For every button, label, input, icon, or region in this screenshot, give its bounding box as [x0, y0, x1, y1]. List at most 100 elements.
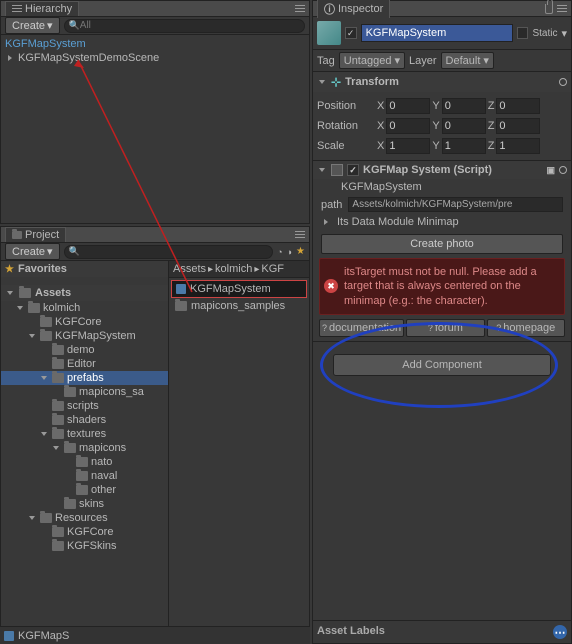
inspector-tab[interactable]: ⓘ Inspector — [317, 0, 390, 18]
documentation-button[interactable]: ?documentation — [319, 319, 404, 337]
star-icon[interactable]: ★ — [296, 246, 305, 257]
lock-icon[interactable] — [545, 4, 553, 14]
inspector-body: Static ▾ Tag Untagged ▾ Layer Default ▾ … — [313, 17, 571, 643]
folder-item[interactable]: demo — [1, 343, 168, 357]
folder-label: Resources — [55, 512, 108, 524]
folder-item[interactable]: mapicons — [1, 441, 168, 455]
folder-item[interactable]: KGFMapSystem — [1, 329, 168, 343]
assets-root[interactable]: Assets — [1, 285, 168, 301]
labels-menu-icon[interactable]: ⋯ — [553, 625, 567, 639]
breadcrumb[interactable]: Assets ▸ kolmich ▸ KGF — [169, 261, 309, 278]
folder-item[interactable]: KGFSkins — [1, 539, 168, 553]
tag-dropdown[interactable]: Untagged ▾ — [339, 52, 405, 69]
folder-item[interactable]: other — [1, 483, 168, 497]
folder-item[interactable]: shaders — [1, 413, 168, 427]
layer-dropdown[interactable]: Default ▾ — [441, 52, 494, 69]
folder-item[interactable]: kolmich — [1, 301, 168, 315]
chevron-down-icon[interactable]: ▾ — [561, 27, 567, 40]
foldout-icon[interactable] — [317, 77, 327, 87]
panel-menu-icon[interactable] — [295, 5, 305, 13]
add-component-button[interactable]: Add Component — [333, 354, 551, 376]
help-icon[interactable]: ▣ — [546, 165, 555, 176]
hierarchy-search[interactable]: 🔍 — [64, 19, 305, 33]
folder-label: KGFSkins — [67, 540, 117, 552]
foldout-icon[interactable] — [5, 288, 15, 298]
folder-item[interactable]: scripts — [1, 399, 168, 413]
breadcrumb-item[interactable]: KGF — [261, 263, 284, 275]
folder-item[interactable]: mapicons_sa — [1, 385, 168, 399]
scale-z[interactable] — [496, 138, 540, 154]
button-label: documentation — [329, 322, 401, 334]
create-button[interactable]: Create ▾ — [5, 17, 60, 34]
create-button[interactable]: Create ▾ — [5, 243, 60, 260]
folder-icon — [52, 359, 64, 369]
scale-x[interactable] — [386, 138, 430, 154]
active-checkbox[interactable] — [345, 27, 357, 39]
foldout-icon[interactable] — [317, 165, 327, 175]
foldout-icon[interactable] — [39, 373, 49, 383]
breadcrumb-item[interactable]: Assets — [173, 263, 206, 275]
favorites-header[interactable]: ★ Favorites — [1, 261, 168, 277]
path-input[interactable] — [348, 197, 563, 212]
breadcrumb-item[interactable]: kolmich — [215, 263, 252, 275]
folder-item[interactable]: KGFCore — [1, 315, 168, 329]
folder-item[interactable]: Resources — [1, 511, 168, 525]
panel-menu-icon[interactable] — [295, 231, 305, 239]
folder-item[interactable]: KGFCore — [1, 525, 168, 539]
enabled-checkbox[interactable] — [347, 164, 359, 176]
foldout-icon[interactable] — [15, 303, 25, 313]
hierarchy-title: Hierarchy — [25, 3, 72, 15]
rotation-x[interactable] — [386, 118, 430, 134]
component-header[interactable]: ⊹ Transform — [313, 72, 571, 92]
forum-button[interactable]: ?forum — [406, 319, 484, 337]
foldout-icon[interactable] — [39, 429, 49, 439]
folder-item[interactable]: Editor — [1, 357, 168, 371]
folder-item[interactable]: naval — [1, 469, 168, 483]
panel-menu-icon[interactable] — [557, 5, 567, 13]
rotation-y[interactable] — [442, 118, 486, 134]
foldout-icon[interactable] — [51, 443, 61, 453]
component-header[interactable]: KGFMap System (Script) ▣ — [313, 161, 571, 179]
module-label: Its Data Module Minimap — [337, 216, 459, 228]
help-buttons: ?documentation ?forum ?homepage — [313, 319, 571, 341]
search-input[interactable] — [80, 246, 268, 257]
project-icon — [12, 231, 22, 239]
foldout-icon[interactable] — [27, 513, 37, 523]
rotation-z[interactable] — [496, 118, 540, 134]
transform-icon: ⊹ — [331, 75, 341, 89]
object-name-input[interactable] — [361, 24, 513, 42]
filter-icon[interactable]: ◑ — [287, 247, 292, 257]
folder-item[interactable]: textures — [1, 427, 168, 441]
position-y[interactable] — [442, 98, 486, 114]
chevron-down-icon: ▾ — [394, 54, 400, 67]
project-tab[interactable]: Project — [5, 227, 66, 242]
homepage-button[interactable]: ?homepage — [487, 319, 565, 337]
gear-icon[interactable] — [559, 78, 567, 86]
folder-item[interactable]: prefabs — [1, 371, 168, 385]
position-z[interactable] — [496, 98, 540, 114]
static-checkbox[interactable] — [517, 27, 529, 39]
asset-item[interactable]: mapicons_samples — [171, 298, 307, 314]
folder-item[interactable]: skins — [1, 497, 168, 511]
foldout-icon[interactable] — [5, 53, 15, 63]
project-search[interactable]: 🔍 — [64, 245, 274, 259]
foldout-icon[interactable] — [27, 331, 37, 341]
hierarchy-item[interactable]: KGFMapSystemDemoScene — [1, 51, 309, 65]
position-x[interactable] — [386, 98, 430, 114]
hierarchy-tab[interactable]: Hierarchy — [5, 1, 79, 16]
create-photo-button[interactable]: Create photo — [321, 234, 563, 254]
module-row[interactable]: Its Data Module Minimap — [313, 214, 571, 230]
folder-icon — [175, 301, 187, 311]
folder-item[interactable]: nato — [1, 455, 168, 469]
star-icon: ★ — [5, 264, 14, 275]
folder-icon — [52, 527, 64, 537]
asset-item[interactable]: KGFMapSystem — [171, 280, 307, 298]
folder-label: demo — [67, 344, 95, 356]
foldout-icon[interactable] — [321, 217, 331, 227]
scale-y[interactable] — [442, 138, 486, 154]
hierarchy-item[interactable]: KGFMapSystem — [1, 37, 309, 51]
gear-icon[interactable] — [559, 166, 567, 174]
search-input[interactable] — [80, 20, 300, 31]
prop-label: Position — [317, 100, 373, 112]
filter-icon[interactable]: ◔ — [277, 247, 282, 257]
